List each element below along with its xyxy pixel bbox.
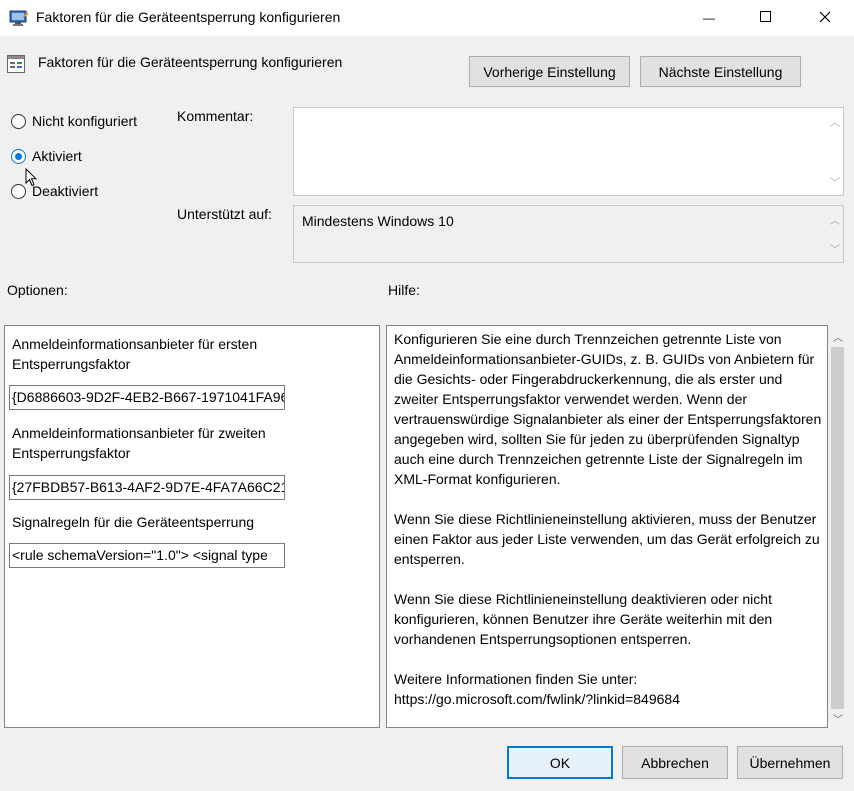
window-title: Faktoren für die Geräteentsperrung konfi…	[36, 9, 341, 25]
comment-field[interactable]: ︿ ﹀	[293, 107, 844, 196]
maximize-icon	[760, 10, 772, 26]
help-paragraph: Weitere Informationen finden Sie unter: …	[394, 671, 680, 707]
first-factor-input[interactable]: {D6886603-9D2F-4EB2-B667-1971041FA96	[9, 385, 285, 410]
scroll-down-icon[interactable]: ﹀	[830, 241, 840, 256]
scroll-up-icon[interactable]: ︿	[830, 212, 840, 227]
cancel-button[interactable]: Abbrechen	[622, 746, 728, 779]
title-bar: Faktoren für die Geräteentsperrung konfi…	[0, 0, 854, 36]
second-factor-label: Anmeldeinformationsanbieter für zweiten …	[12, 425, 266, 461]
options-heading: Optionen:	[7, 282, 68, 298]
policy-title: Faktoren für die Geräteentsperrung konfi…	[38, 54, 343, 70]
scroll-down-icon[interactable]: ﹀	[833, 711, 843, 726]
previous-setting-button[interactable]: Vorherige Einstellung	[469, 56, 630, 87]
close-button[interactable]	[802, 0, 848, 36]
scroll-down-icon[interactable]: ﹀	[830, 174, 840, 189]
policy-editor-icon	[9, 9, 29, 27]
supported-on-field: Mindestens Windows 10 ︿ ﹀	[293, 205, 844, 263]
radio-label: Deaktiviert	[32, 183, 99, 199]
next-setting-button[interactable]: Nächste Einstellung	[640, 56, 801, 87]
first-factor-label: Anmeldeinformationsanbieter für ersten E…	[12, 336, 258, 372]
help-heading: Hilfe:	[388, 282, 420, 298]
help-panel: Konfigurieren Sie eine durch Trennzeiche…	[386, 325, 828, 728]
close-icon	[819, 10, 831, 26]
minimize-button[interactable]: —	[686, 0, 732, 36]
minimize-icon: —	[703, 11, 715, 25]
ok-button[interactable]: OK	[507, 746, 613, 779]
signal-rules-label: Signalregeln für die Geräteentsperrung	[12, 514, 255, 530]
radio-button-selected[interactable]	[11, 148, 26, 164]
help-paragraph: Wenn Sie diese Richtlinieneinstellung de…	[394, 591, 773, 647]
radio-not-configured[interactable]: Nicht konfiguriert	[11, 113, 137, 129]
radio-button[interactable]	[11, 113, 26, 129]
comment-label: Kommentar:	[177, 108, 254, 124]
help-scrollbar[interactable]: ︿ ﹀	[829, 325, 846, 728]
maximize-button[interactable]	[743, 0, 789, 36]
help-paragraph: Konfigurieren Sie eine durch Trennzeiche…	[394, 331, 822, 487]
mouse-cursor-icon	[25, 167, 38, 190]
scroll-up-icon[interactable]: ︿	[833, 329, 843, 344]
radio-label: Nicht konfiguriert	[32, 113, 138, 129]
radio-button[interactable]	[11, 183, 26, 199]
radio-enabled[interactable]: Aktiviert	[11, 148, 82, 164]
apply-button[interactable]: Übernehmen	[737, 746, 843, 779]
supported-on-value: Mindestens Windows 10	[302, 213, 454, 229]
policy-setting-icon	[7, 55, 25, 73]
scrollbar-thumb[interactable]	[831, 347, 844, 709]
help-paragraph: Wenn Sie diese Richtlinieneinstellung ak…	[394, 511, 820, 567]
second-factor-input[interactable]: {27FBDB57-B613-4AF2-9D7E-4FA7A66C21	[9, 475, 285, 500]
scroll-up-icon[interactable]: ︿	[830, 114, 840, 129]
radio-label: Aktiviert	[32, 148, 82, 164]
help-text: Konfigurieren Sie eine durch Trennzeiche…	[394, 329, 824, 729]
supported-on-label: Unterstützt auf:	[177, 206, 272, 222]
signal-rules-input[interactable]: <rule schemaVersion="1.0"> <signal type	[9, 543, 285, 568]
supported-scrollbar[interactable]: ︿ ﹀	[826, 206, 843, 262]
options-panel: Anmeldeinformationsanbieter für ersten E…	[4, 325, 380, 728]
comment-scrollbar[interactable]: ︿ ﹀	[826, 108, 843, 195]
